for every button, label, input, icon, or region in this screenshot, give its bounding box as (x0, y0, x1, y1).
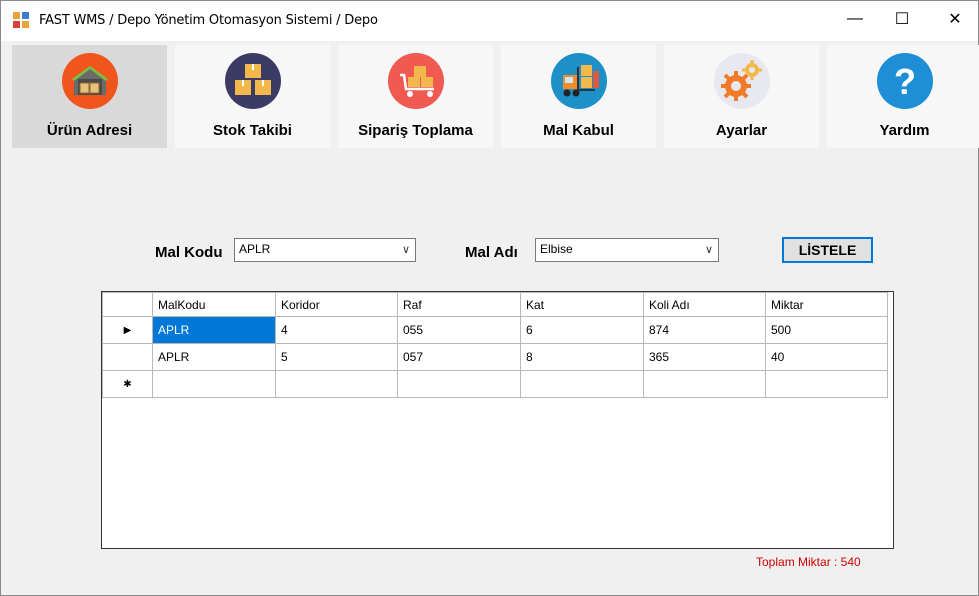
table-cell[interactable]: 8 (520, 343, 644, 371)
table-cell[interactable]: APLR (152, 343, 276, 371)
table-cell[interactable]: 874 (643, 316, 766, 344)
gears-icon (713, 53, 770, 109)
forklift-icon (550, 53, 607, 109)
results-table: MalKodu Koridor Raf Kat Koli Adı Miktar … (102, 292, 888, 398)
table-row[interactable]: APLR 5 057 8 365 40 (102, 343, 888, 371)
toolbar-label: Stok Takibi (213, 122, 292, 139)
app-icon (13, 12, 29, 28)
mal-adi-value: Elbise (540, 242, 573, 256)
new-row-marker[interactable]: ✱ (102, 370, 153, 398)
warehouse-icon (61, 53, 118, 109)
chevron-down-icon: ∨ (401, 244, 410, 256)
close-button[interactable]: ✕ (932, 1, 978, 37)
table-row[interactable]: ▶ APLR 4 055 6 874 500 (102, 316, 888, 344)
table-cell[interactable] (397, 370, 521, 398)
toolbar-ayarlar-button[interactable]: Ayarlar (664, 45, 819, 148)
app-window: FAST WMS / Depo Yönetim Otomasyon Sistem… (0, 0, 979, 596)
mal-adi-combobox[interactable]: Elbise ∨ (535, 238, 719, 262)
table-cell[interactable]: 365 (643, 343, 766, 371)
mal-adi-label: Mal Adı (465, 244, 518, 261)
table-cell[interactable]: 40 (765, 343, 888, 371)
mal-kodu-combobox[interactable]: APLR ∨ (234, 238, 416, 262)
toolbar-urun-adresi-button[interactable]: Ürün Adresi (12, 45, 167, 148)
column-header[interactable]: Raf (397, 292, 521, 317)
column-header[interactable]: Miktar (765, 292, 888, 317)
new-table-row[interactable]: ✱ (102, 370, 888, 398)
listele-button[interactable]: LİSTELE (782, 237, 873, 263)
toolbar-yardim-button[interactable]: ? Yardım (827, 45, 979, 148)
column-header[interactable]: MalKodu (152, 292, 276, 317)
table-cell[interactable] (643, 370, 766, 398)
toolbar-stok-takibi-button[interactable]: Stok Takibi (175, 45, 330, 148)
table-header-row: MalKodu Koridor Raf Kat Koli Adı Miktar (102, 292, 888, 317)
maximize-button[interactable]: ☐ (879, 1, 925, 37)
column-header[interactable]: Koli Adı (643, 292, 766, 317)
total-quantity-label: Toplam Miktar : 540 (756, 555, 861, 569)
toolbar-label: Ürün Adresi (46, 122, 133, 139)
toolbar-label: Mal Kabul (543, 122, 614, 139)
column-header[interactable]: Kat (520, 292, 644, 317)
table-cell[interactable]: 5 (275, 343, 398, 371)
window-title: FAST WMS / Depo Yönetim Otomasyon Sistem… (39, 13, 378, 28)
toolbar-label: Yardım (879, 122, 930, 139)
table-cell[interactable]: 057 (397, 343, 521, 371)
table-cell[interactable] (765, 370, 888, 398)
toolbar-label: Ayarlar (715, 122, 768, 139)
chevron-down-icon: ∨ (704, 244, 713, 256)
table-cell[interactable]: 6 (520, 316, 644, 344)
title-bar: FAST WMS / Depo Yönetim Otomasyon Sistem… (1, 1, 978, 41)
svg-text:?: ? (894, 61, 916, 102)
toolbar: Ürün Adresi Stok Takibi Sipariş Toplama … (1, 41, 979, 151)
table-cell[interactable]: 4 (275, 316, 398, 344)
toolbar-label: Sipariş Toplama (358, 122, 473, 139)
table-cell[interactable] (152, 370, 276, 398)
row-header-corner (102, 292, 153, 317)
toolbar-mal-kabul-button[interactable]: Mal Kabul (501, 45, 656, 148)
table-cell[interactable] (275, 370, 398, 398)
current-row-marker[interactable]: ▶ (102, 316, 153, 344)
data-grid[interactable]: MalKodu Koridor Raf Kat Koli Adı Miktar … (101, 291, 894, 549)
table-cell[interactable]: 055 (397, 316, 521, 344)
column-header[interactable]: Koridor (275, 292, 398, 317)
cart-icon (387, 53, 444, 109)
table-cell[interactable]: APLR (152, 316, 276, 344)
help-icon: ? (876, 53, 933, 109)
table-cell[interactable]: 500 (765, 316, 888, 344)
table-cell[interactable] (520, 370, 644, 398)
mal-kodu-value: APLR (239, 242, 271, 256)
boxes-icon (224, 53, 281, 109)
row-header[interactable] (102, 343, 153, 371)
toolbar-siparis-toplama-button[interactable]: Sipariş Toplama (338, 45, 493, 148)
mal-kodu-label: Mal Kodu (155, 244, 223, 261)
minimize-button[interactable]: — (832, 1, 878, 37)
